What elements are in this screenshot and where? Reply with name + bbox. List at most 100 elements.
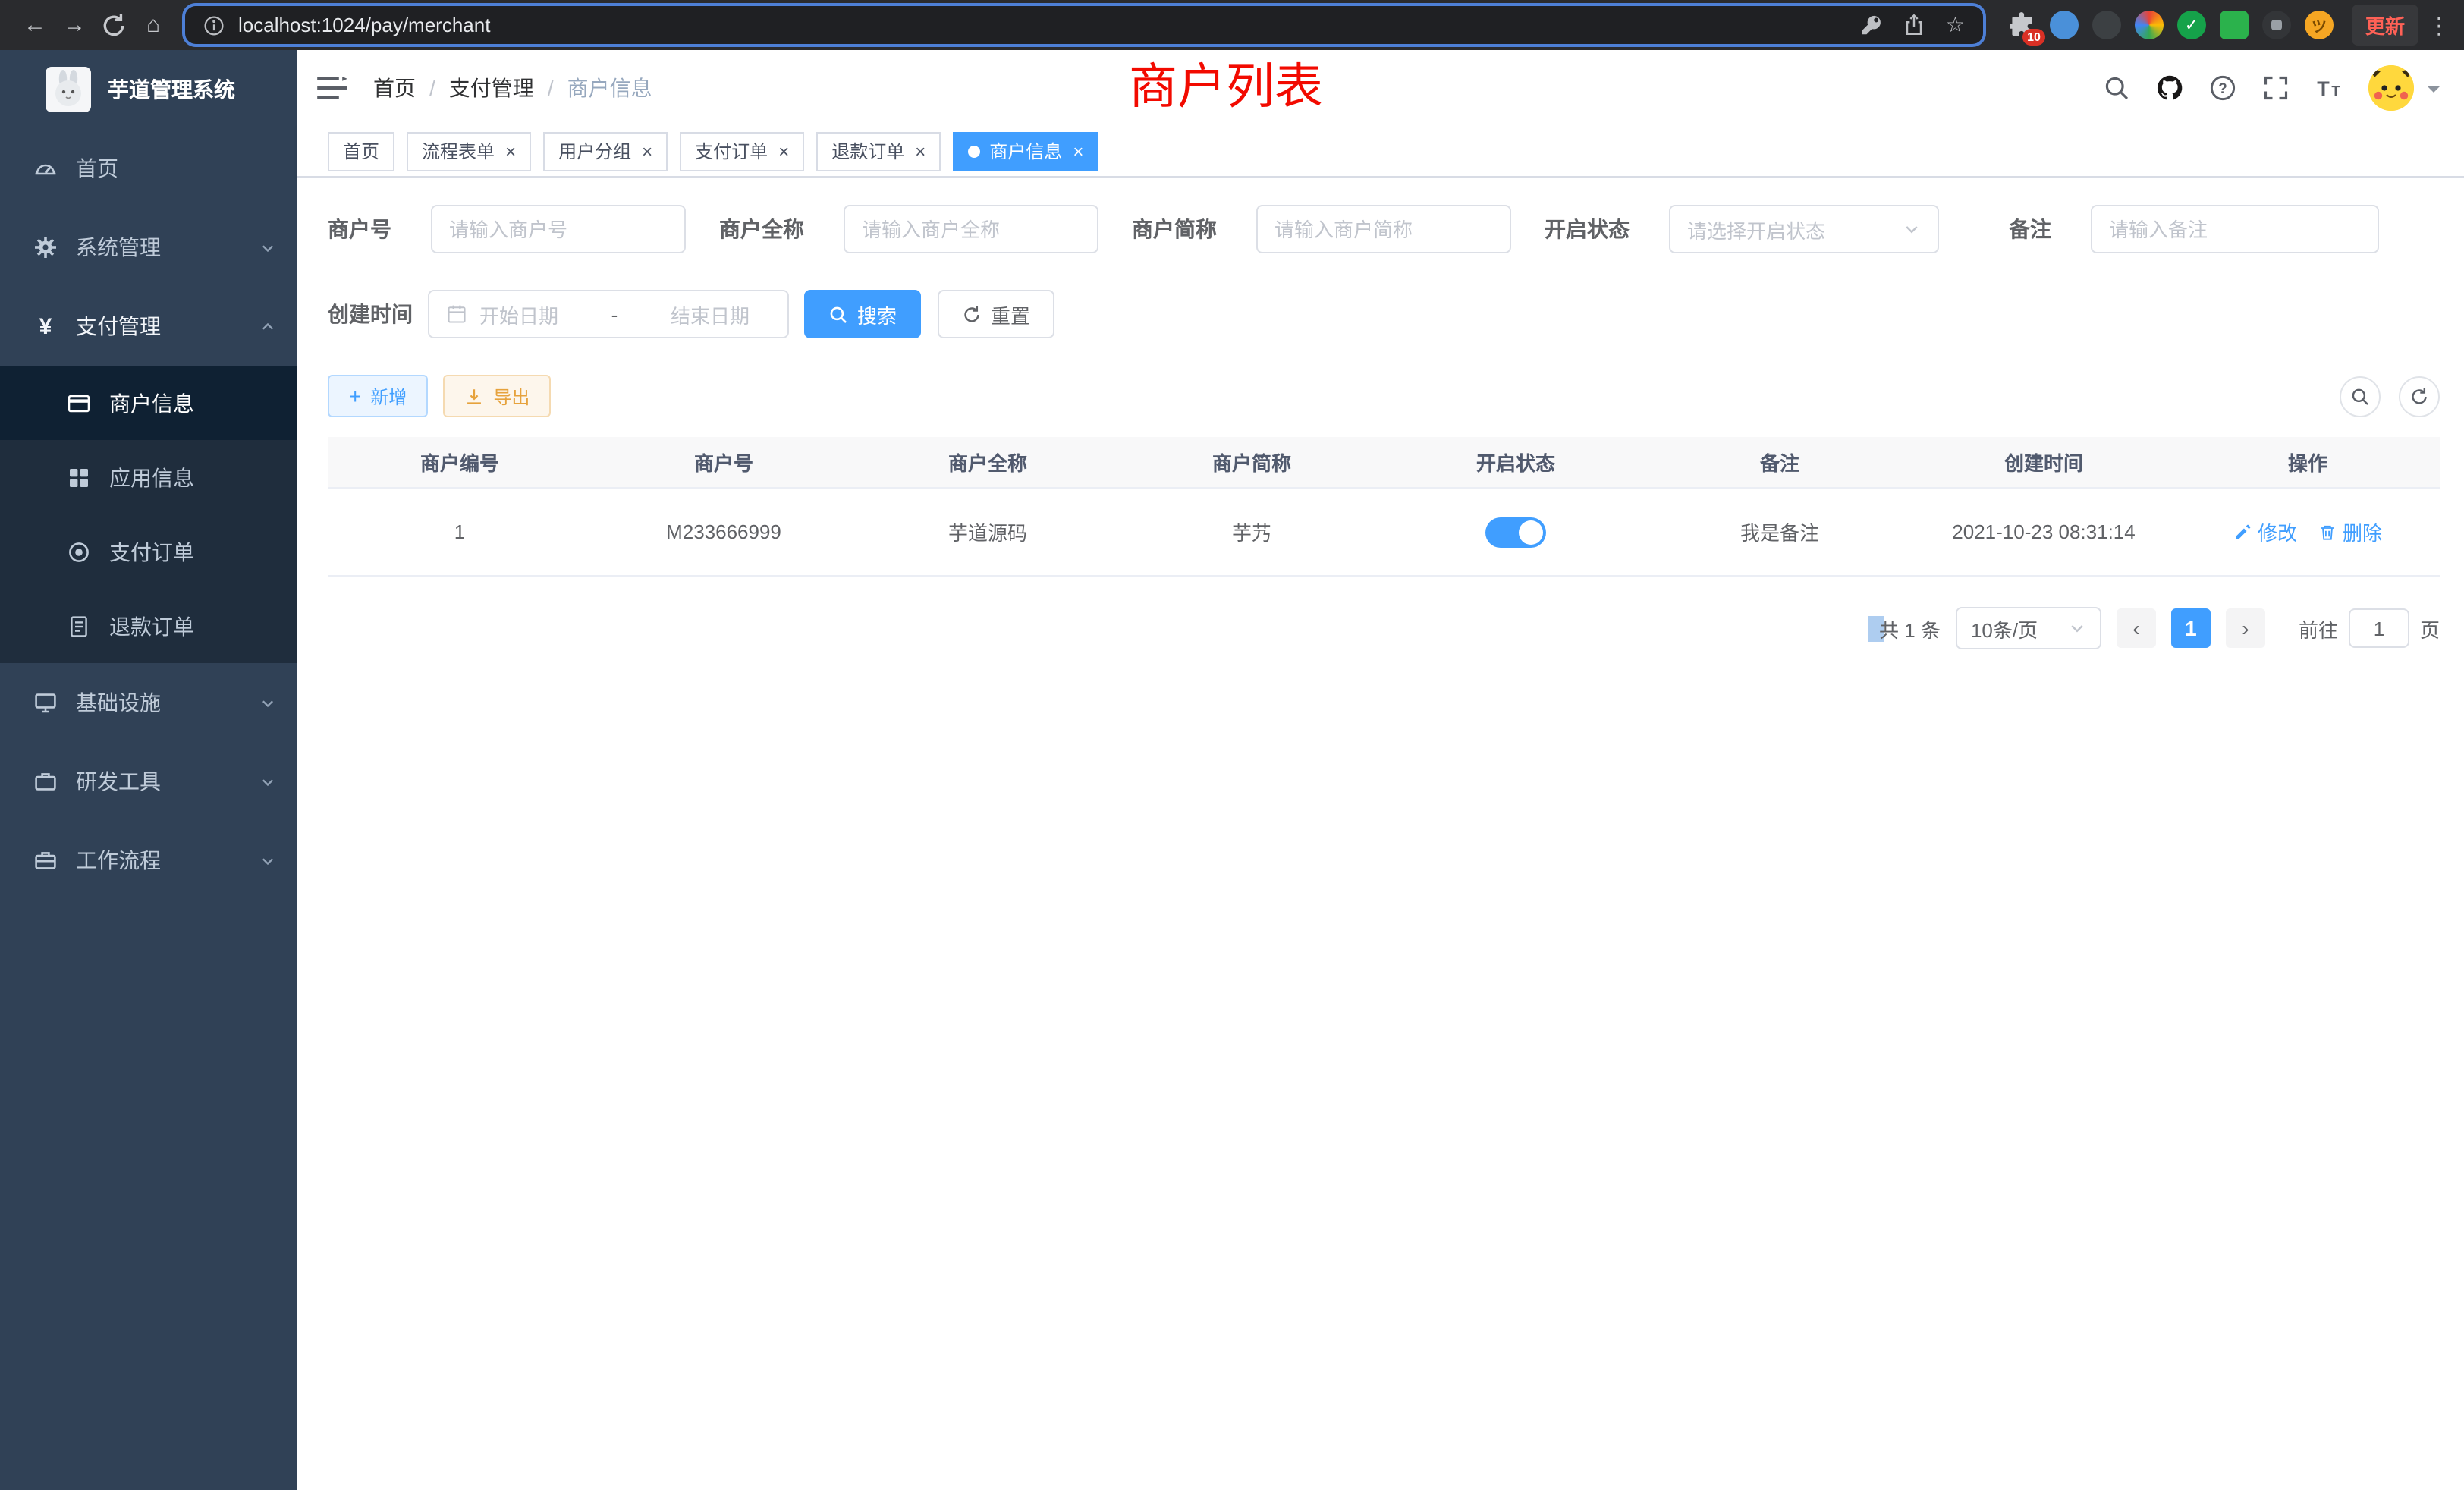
tab-home[interactable]: 首页	[328, 131, 394, 171]
url-bar[interactable]: localhost:1024/pay/merchant ☆	[185, 6, 1983, 44]
sidebar-item-merchant-info[interactable]: 商户信息	[0, 366, 297, 440]
page-number-button[interactable]: 1	[2171, 608, 2211, 648]
home-icon[interactable]: ⌂	[134, 5, 173, 45]
cell-create-time: 2021-10-23 08:31:14	[1912, 520, 2176, 543]
close-icon[interactable]: ×	[778, 142, 789, 160]
date-range-picker[interactable]: 开始日期 - 结束日期	[428, 290, 789, 338]
sidebar-item-workflow[interactable]: 工作流程	[0, 821, 297, 900]
sidebar-item-app-info[interactable]: 应用信息	[0, 440, 297, 514]
extension-icon[interactable]	[2220, 11, 2249, 39]
back-icon[interactable]: ←	[15, 5, 55, 45]
sidebar-item-payment[interactable]: ¥ 支付管理	[0, 287, 297, 366]
status-select[interactable]: 请选择开启状态	[1669, 205, 1939, 253]
toggle-search-button[interactable]	[2340, 376, 2381, 417]
filter-row-2: 创建时间 开始日期 - 结束日期 搜索 重置	[328, 290, 2440, 338]
svg-text:T: T	[2317, 77, 2330, 100]
calendar-icon	[446, 303, 467, 325]
sidebar-item-label: 系统管理	[76, 232, 161, 262]
search-icon[interactable]	[2103, 74, 2130, 102]
tab-label: 流程表单	[422, 138, 495, 164]
extension-icon[interactable]	[2262, 11, 2291, 39]
extension-icon[interactable]: ✓	[2177, 11, 2206, 39]
refresh-table-button[interactable]	[2399, 376, 2440, 417]
pagination-total: 共 1 条	[1867, 614, 1941, 643]
sidebar-item-dev-tools[interactable]: 研发工具	[0, 742, 297, 821]
page-size-select[interactable]: 10条/页	[1956, 607, 2101, 649]
delete-link[interactable]: 删除	[2318, 517, 2382, 546]
download-icon	[464, 386, 484, 406]
close-icon[interactable]: ×	[915, 142, 926, 160]
refresh-icon	[962, 304, 982, 324]
merchant-no-input[interactable]	[431, 205, 686, 253]
prev-page-button[interactable]: ‹	[2117, 608, 2156, 648]
breadcrumb-home[interactable]: 首页	[373, 73, 416, 103]
close-icon[interactable]: ×	[1073, 142, 1083, 160]
column-header: 开启状态	[1384, 448, 1648, 476]
tab-user-group[interactable]: 用户分组 ×	[543, 131, 668, 171]
fullscreen-icon[interactable]	[2262, 74, 2290, 102]
chevron-down-icon	[259, 239, 276, 256]
extensions-puzzle-icon[interactable]: 10	[2007, 11, 2036, 39]
avatar-caret-icon[interactable]	[2428, 86, 2440, 98]
column-header: 商户号	[592, 448, 856, 476]
share-icon[interactable]	[1903, 14, 1926, 36]
logo-avatar	[46, 67, 91, 112]
extension-icon[interactable]	[2092, 11, 2121, 39]
toolbox-icon	[33, 769, 58, 794]
extension-icon[interactable]: ツ	[2305, 11, 2334, 39]
add-button[interactable]: + 新增	[328, 375, 428, 417]
github-icon[interactable]	[2156, 74, 2183, 102]
sidebar-item-label: 工作流程	[76, 845, 161, 875]
create-time-label: 创建时间	[328, 299, 413, 329]
font-size-icon[interactable]: TT	[2315, 74, 2343, 102]
chevron-down-icon	[1903, 220, 1921, 238]
help-icon[interactable]: ?	[2209, 74, 2236, 102]
export-button[interactable]: 导出	[443, 375, 551, 417]
gear-icon	[33, 235, 58, 259]
reload-icon[interactable]	[94, 5, 134, 45]
site-info-icon[interactable]	[203, 14, 225, 36]
tab-flow-form[interactable]: 流程表单 ×	[407, 131, 531, 171]
hamburger-icon[interactable]	[316, 71, 349, 105]
sidebar-item-payment-orders[interactable]: 支付订单	[0, 514, 297, 589]
forward-icon[interactable]: →	[55, 5, 94, 45]
add-button-label: 新增	[370, 383, 407, 409]
cell-actions: 修改 删除	[2176, 517, 2440, 546]
merchant-no-label: 商户号	[328, 214, 391, 244]
tab-merchant-info[interactable]: 商户信息 ×	[953, 131, 1098, 171]
logo[interactable]: 芋道管理系统	[0, 50, 297, 129]
refresh-icon	[2409, 386, 2429, 406]
status-toggle[interactable]	[1485, 517, 1546, 547]
extension-icon[interactable]	[2135, 11, 2164, 39]
sidebar-item-refund-orders[interactable]: 退款订单	[0, 589, 297, 663]
sidebar-item-system[interactable]: 系统管理	[0, 208, 297, 287]
next-page-button[interactable]: ›	[2226, 608, 2265, 648]
remark-input[interactable]	[2091, 205, 2379, 253]
tab-payment-orders[interactable]: 支付订单 ×	[680, 131, 804, 171]
extension-icon[interactable]	[2050, 11, 2079, 39]
close-icon[interactable]: ×	[505, 142, 516, 160]
bookmark-star-icon[interactable]: ☆	[1946, 12, 1965, 38]
briefcase-icon	[33, 848, 58, 872]
start-date-placeholder[interactable]: 开始日期	[479, 300, 558, 328]
close-icon[interactable]: ×	[642, 142, 652, 160]
browser-menu-icon[interactable]: ⋮	[2428, 11, 2449, 39]
end-date-placeholder[interactable]: 结束日期	[671, 300, 750, 328]
reset-button-label: 重置	[991, 300, 1030, 328]
edit-link[interactable]: 修改	[2233, 517, 2297, 546]
svg-text:?: ?	[2218, 81, 2227, 97]
sidebar-item-infrastructure[interactable]: 基础设施	[0, 663, 297, 742]
goto-page-input[interactable]	[2349, 608, 2409, 648]
merchant-full-name-input[interactable]	[844, 205, 1098, 253]
chevron-down-icon	[2068, 619, 2086, 637]
password-key-icon[interactable]	[1861, 14, 1884, 36]
reset-button[interactable]: 重置	[938, 290, 1054, 338]
search-button[interactable]: 搜索	[804, 290, 921, 338]
avatar[interactable]	[2368, 65, 2414, 111]
tab-refund-orders[interactable]: 退款订单 ×	[816, 131, 941, 171]
sidebar-item-home[interactable]: 首页	[0, 129, 297, 208]
tab-label: 商户信息	[989, 138, 1062, 164]
browser-update-button[interactable]: 更新	[2352, 5, 2418, 46]
breadcrumb-section[interactable]: 支付管理	[449, 73, 534, 103]
merchant-short-name-input[interactable]	[1256, 205, 1511, 253]
